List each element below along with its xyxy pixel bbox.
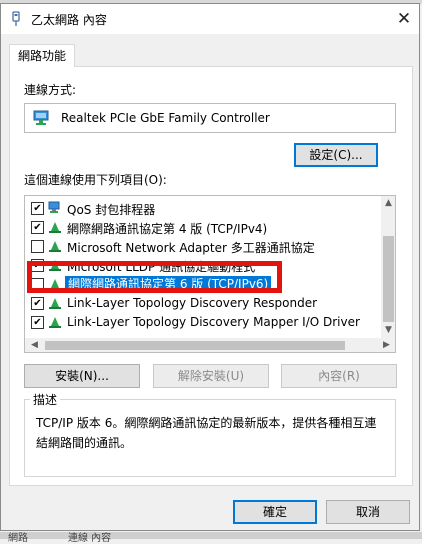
scroll-right-arrow-icon[interactable]: ▶ <box>379 338 394 352</box>
adapter-box: Realtek PCIe GbE Family Controller <box>24 103 396 133</box>
ok-button[interactable]: 確定 <box>233 500 317 524</box>
protocol-icon <box>49 241 61 252</box>
checkbox-multiplexor[interactable] <box>31 240 44 253</box>
items-label: 這個連線使用下列項目(O): <box>24 173 167 187</box>
horizontal-scroll-thumb[interactable] <box>45 341 345 350</box>
list-item-label: 網際網路通訊協定第 4 版 (TCP/IPv4) <box>67 222 268 236</box>
vertical-scroll-thumb[interactable] <box>383 236 394 322</box>
scroll-left-arrow-icon[interactable]: ◀ <box>27 338 42 352</box>
protocol-icon <box>49 222 61 233</box>
scroll-down-arrow-icon[interactable]: ▼ <box>381 323 395 338</box>
checkbox-qos[interactable]: ✔ <box>31 202 44 215</box>
scroll-up-arrow-icon[interactable]: ▲ <box>381 196 395 211</box>
title-bar: 乙太網路 內容 ✕ <box>1 4 419 34</box>
list-item-label: Microsoft Network Adapter 多工器通訊協定 <box>67 241 315 255</box>
uninstall-button[interactable]: 解除安裝(U) <box>153 364 269 388</box>
background-text-left: 網路 <box>8 533 28 544</box>
network-card-icon <box>33 110 49 125</box>
list-item[interactable]: ✔ Link-Layer Topology Discovery Mapper I… <box>25 313 379 332</box>
list-item-label: Link-Layer Topology Discovery Mapper I/O… <box>67 315 360 329</box>
properties-button[interactable]: 內容(R) <box>281 364 397 388</box>
adapter-name: Realtek PCIe GbE Family Controller <box>61 111 270 125</box>
list-item[interactable]: ✔ 網際網路通訊協定第 4 版 (TCP/IPv4) <box>25 218 379 237</box>
connect-using-label: 連線方式: <box>24 83 77 97</box>
list-item-label: QoS 封包排程器 <box>67 203 156 217</box>
cancel-button[interactable]: 取消 <box>326 500 410 524</box>
background-window-bottom: 網路 連線 內容 <box>0 532 422 544</box>
checkbox-lltd-responder[interactable]: ✔ <box>31 297 44 310</box>
configure-button[interactable]: 設定(C)... <box>294 143 378 167</box>
protocol-icon <box>49 298 61 309</box>
checkbox-ipv4[interactable]: ✔ <box>31 221 44 234</box>
description-legend: 描述 <box>30 391 61 408</box>
description-text: TCP/IP 版本 6。網際網路通訊協定的最新版本，提供各種相互連結網路間的通訊… <box>36 416 377 450</box>
install-button[interactable]: 安裝(N)... <box>24 364 140 388</box>
background-text-mid: 連線 內容 <box>68 533 112 544</box>
network-service-icon <box>48 201 60 213</box>
list-item[interactable]: ✔ QoS 封包排程器 <box>25 199 379 218</box>
list-item[interactable]: ✔ Link-Layer Topology Discovery Responde… <box>25 294 379 313</box>
dialog-title: 乙太網路 內容 <box>31 13 107 27</box>
list-item[interactable]: Microsoft Network Adapter 多工器通訊協定 <box>25 237 379 256</box>
close-button[interactable]: ✕ <box>391 7 417 31</box>
tab-networking[interactable]: 網路功能 <box>9 44 75 67</box>
list-item-label: Link-Layer Topology Discovery Responder <box>67 296 318 310</box>
annotation-highlight-box <box>27 261 282 293</box>
network-adapter-icon <box>12 11 20 26</box>
checkbox-lltd-mapper[interactable]: ✔ <box>31 316 44 329</box>
protocol-icon <box>49 317 61 328</box>
